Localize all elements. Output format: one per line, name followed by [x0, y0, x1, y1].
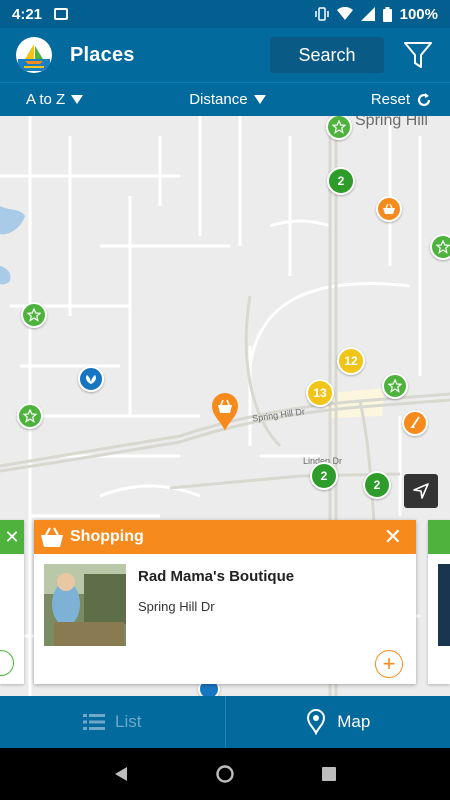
notification-icon: [54, 8, 69, 20]
filter-icon: [404, 42, 432, 68]
close-card-button[interactable]: ✕: [384, 526, 402, 548]
sort-az-label: A to Z: [26, 91, 66, 108]
vibrate-icon: [314, 7, 329, 21]
card-header: Shopping ✕: [34, 520, 416, 554]
map-pin-shopping[interactable]: [376, 196, 402, 222]
card-body: Rad Mama's Boutique Spring Hill Dr: [34, 554, 416, 656]
map-pin-attraction[interactable]: [17, 403, 43, 429]
star-icon: [27, 308, 41, 322]
recents-icon[interactable]: [321, 766, 337, 782]
place-thumbnail[interactable]: [44, 564, 126, 646]
refresh-icon: [417, 92, 431, 106]
map-label-town: Spring Hill: [355, 116, 428, 129]
reset-label: Reset: [370, 91, 410, 108]
sort-az-dropdown[interactable]: A to Z: [26, 91, 84, 108]
place-address: Spring Hill Dr: [138, 599, 215, 614]
map-pin-selected[interactable]: [210, 392, 240, 432]
tab-list-label: List: [115, 712, 142, 731]
battery-icon: [382, 6, 392, 22]
battery-level: 100%: [399, 5, 438, 23]
carousel-card-next[interactable]: [428, 520, 450, 684]
app-header: Places Search: [0, 28, 450, 82]
card-header: [428, 520, 450, 554]
filter-button[interactable]: [402, 39, 434, 71]
my-location-button[interactable]: [404, 474, 438, 508]
map-pin-nature[interactable]: [78, 366, 104, 392]
search-button[interactable]: Search: [270, 37, 384, 73]
signal-icon: [360, 7, 375, 21]
status-bar: 4:21 100%: [0, 0, 450, 28]
add-icon[interactable]: [0, 650, 14, 676]
leaf-icon: [86, 375, 96, 384]
map-pin-attraction[interactable]: [382, 373, 408, 399]
app-logo[interactable]: [16, 37, 52, 73]
golf-club-icon: [410, 416, 420, 428]
shopping-basket-icon: [383, 203, 395, 214]
page-title: Places: [70, 43, 135, 66]
sort-bar: A to Z Distance Reset: [0, 82, 450, 116]
map-pin-attraction[interactable]: [430, 234, 450, 260]
back-icon[interactable]: [113, 766, 129, 782]
place-thumbnail: [438, 564, 450, 646]
map-cluster[interactable]: 12: [337, 347, 365, 375]
bottom-tab-bar: List Map: [0, 696, 450, 748]
map-pin-attraction[interactable]: [21, 302, 47, 328]
caret-down-icon: [71, 95, 84, 104]
carousel-card-previous[interactable]: ✕: [0, 520, 24, 684]
place-photo: [44, 564, 126, 646]
status-time: 4:21: [12, 5, 43, 23]
sort-distance-label: Distance: [189, 91, 248, 108]
map-cluster[interactable]: 2: [310, 462, 338, 490]
map-pin-icon: [307, 709, 326, 735]
caret-down-icon: [253, 95, 266, 104]
android-nav-bar: [0, 748, 450, 800]
add-to-trip-button[interactable]: +: [375, 650, 403, 678]
status-indicators: 100%: [314, 5, 438, 23]
map-cluster[interactable]: 2: [327, 167, 355, 195]
map-cluster[interactable]: 2: [363, 471, 391, 499]
home-icon[interactable]: [216, 765, 234, 783]
reset-button[interactable]: Reset: [371, 91, 432, 108]
place-name[interactable]: Rad Mama's Boutique: [138, 568, 294, 585]
shopping-basket-icon: [41, 527, 63, 547]
close-icon[interactable]: ✕: [0, 520, 24, 554]
navigation-arrow-icon: [413, 483, 429, 499]
tab-list[interactable]: List: [0, 696, 226, 748]
wifi-icon: [336, 7, 353, 20]
star-icon: [332, 120, 346, 134]
card-info: Rad Mama's Boutique Spring Hill Dr: [138, 564, 294, 646]
star-icon: [436, 240, 450, 254]
place-card[interactable]: Shopping ✕ Rad Mama's Boutique Spring Hi…: [34, 520, 416, 684]
sort-distance-dropdown[interactable]: Distance: [189, 91, 266, 108]
map-pin-golf[interactable]: [402, 410, 428, 436]
list-icon: [83, 714, 106, 730]
map-cluster[interactable]: 13: [306, 379, 334, 407]
card-category: Shopping: [70, 528, 144, 545]
star-icon: [388, 379, 402, 393]
tab-map-label: Map: [337, 712, 371, 731]
sailboat-logo-icon: [17, 38, 51, 72]
tab-map[interactable]: Map: [226, 696, 450, 748]
star-icon: [23, 409, 37, 423]
